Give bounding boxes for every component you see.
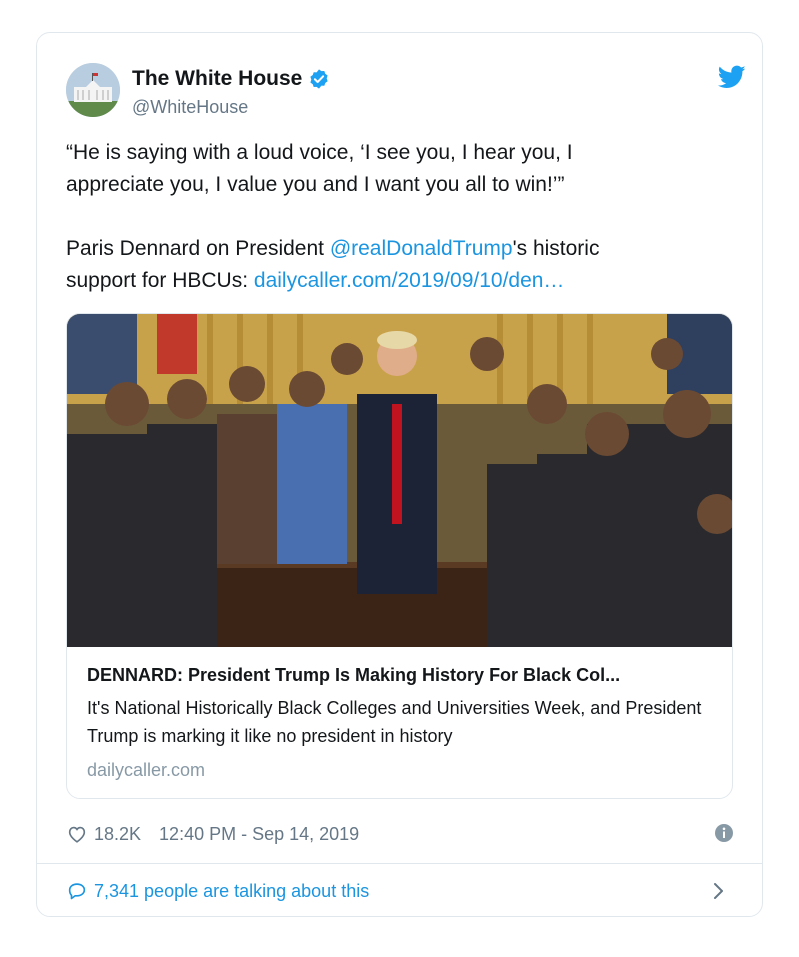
- conversation-link[interactable]: 7,341 people are talking about this: [66, 875, 734, 907]
- link-card-title[interactable]: DENNARD: President Trump Is Making Histo…: [87, 662, 717, 688]
- tweet-meta: 18.2K 12:40 PM - Sep 14, 2019: [66, 819, 734, 849]
- timestamp[interactable]: 12:40 PM - Sep 14, 2019: [159, 824, 359, 845]
- info-icon[interactable]: [714, 823, 734, 843]
- author-handle[interactable]: @WhiteHouse: [132, 97, 248, 118]
- like-count[interactable]: 18.2K: [94, 824, 141, 845]
- link-card-domain: dailycaller.com: [87, 760, 206, 780]
- quote-line-2: appreciate you, I value you and I want y…: [66, 173, 565, 196]
- speech-bubble-icon: [68, 883, 86, 900]
- body-text-3: support for HBCUs:: [66, 269, 254, 292]
- body-text-2: 's historic: [512, 237, 600, 260]
- avatar[interactable]: [66, 63, 120, 117]
- link-preview-card[interactable]: DENNARD: President Trump Is Making Histo…: [66, 313, 733, 799]
- body-text-1: Paris Dennard on President: [66, 237, 330, 260]
- heart-icon[interactable]: [66, 823, 88, 845]
- tweet-header: The White House @WhiteHouse: [66, 63, 746, 119]
- link-card-body: DENNARD: President Trump Is Making Histo…: [87, 662, 717, 781]
- talking-count-text[interactable]: 7,341 people are talking about this: [94, 881, 369, 902]
- tweet-card: The White House @WhiteHouse “He is sayin…: [36, 32, 763, 917]
- divider: [37, 863, 762, 864]
- article-url-link[interactable]: dailycaller.com/2019/09/10/den…: [254, 269, 565, 292]
- link-card-description: It's National Historically Black College…: [87, 698, 702, 746]
- mention-link[interactable]: @realDonaldTrump: [330, 237, 513, 260]
- author-name-row[interactable]: The White House: [132, 67, 330, 91]
- verified-badge-icon: [310, 69, 328, 89]
- author-name[interactable]: The White House: [132, 67, 302, 91]
- chevron-right-icon[interactable]: [712, 881, 726, 901]
- twitter-bird-icon[interactable]: [718, 63, 746, 91]
- article-photo[interactable]: [67, 314, 733, 647]
- tweet-text: “He is saying with a loud voice, ‘I see …: [66, 137, 726, 297]
- quote-line-1: “He is saying with a loud voice, ‘I see …: [66, 141, 573, 164]
